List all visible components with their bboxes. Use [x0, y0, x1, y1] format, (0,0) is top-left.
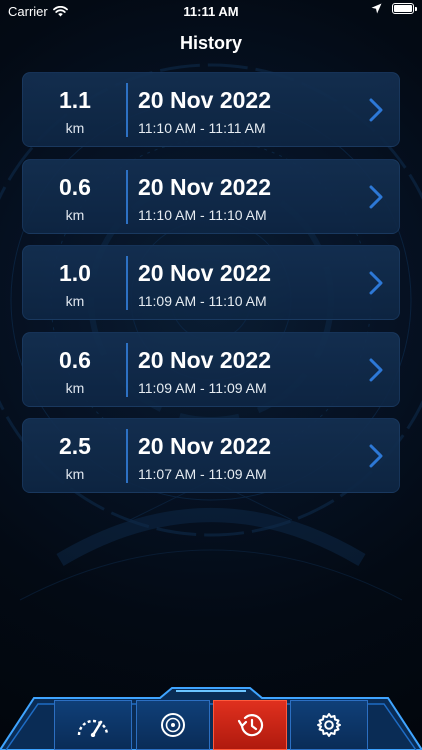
row-divider [126, 83, 128, 137]
trip-date: 20 Nov 2022 [138, 433, 271, 459]
tab-bar [0, 682, 422, 750]
chevron-right-icon [369, 185, 383, 208]
history-row[interactable]: 0.6 km 20 Nov 2022 11:10 AM - 11:10 AM [22, 158, 400, 234]
trip-date: 20 Nov 2022 [138, 260, 271, 286]
speedometer-icon [77, 719, 109, 737]
distance-block: 1.0 km [23, 246, 127, 319]
distance-value: 2.5 [59, 433, 91, 459]
tab-settings[interactable] [290, 700, 368, 750]
trip-date: 20 Nov 2022 [138, 173, 271, 200]
history-list: 1.1 km 20 Nov 2022 11:10 AM - 11:11 AM 0… [22, 72, 400, 505]
distance-block: 1.1 km [23, 73, 127, 146]
row-divider [126, 342, 128, 397]
disc-icon [161, 713, 185, 737]
battery-icon [392, 3, 417, 14]
trip-date: 20 Nov 2022 [138, 87, 271, 113]
distance-block: 2.5 km [23, 419, 127, 492]
row-divider [126, 429, 128, 483]
location-arrow-icon [371, 3, 382, 14]
distance-block: 0.6 km [23, 160, 127, 233]
distance-unit: km [65, 293, 85, 309]
status-icons [371, 3, 417, 14]
history-icon [237, 714, 264, 737]
status-time: 11:11 AM [183, 4, 239, 19]
chevron-right-icon [369, 271, 383, 295]
distance-value: 0.6 [59, 173, 91, 200]
tab-disc[interactable] [136, 700, 210, 750]
history-row[interactable]: 1.0 km 20 Nov 2022 11:09 AM - 11:10 AM [22, 245, 400, 320]
trip-time-range: 11:07 AM - 11:09 AM [138, 466, 267, 482]
history-screen: Carrier 11:11 AM History 1.1 km 20 Nov 2… [0, 0, 422, 750]
distance-unit: km [65, 466, 85, 482]
status-bar: Carrier 11:11 AM [0, 0, 422, 24]
row-divider [126, 169, 128, 224]
history-row[interactable]: 2.5 km 20 Nov 2022 11:07 AM - 11:09 AM [22, 418, 400, 493]
tab-speedometer[interactable] [54, 700, 132, 750]
trip-time-range: 11:10 AM - 11:10 AM [138, 206, 267, 223]
distance-unit: km [65, 206, 85, 223]
trip-time-range: 11:09 AM - 11:10 AM [138, 293, 267, 309]
trip-time-range: 11:10 AM - 11:11 AM [138, 120, 266, 136]
tab-history[interactable] [213, 700, 287, 750]
chevron-right-icon [369, 358, 383, 381]
settings-gear-icon [317, 713, 341, 737]
chevron-right-icon [369, 444, 383, 468]
distance-value: 1.0 [59, 260, 91, 286]
distance-unit: km [65, 120, 85, 136]
trip-time-range: 11:09 AM - 11:09 AM [138, 379, 267, 396]
distance-value: 1.1 [59, 87, 91, 113]
distance-value: 0.6 [59, 346, 91, 373]
row-divider [126, 256, 128, 310]
chevron-right-icon [369, 98, 383, 122]
distance-block: 0.6 km [23, 333, 127, 406]
distance-unit: km [65, 379, 85, 396]
history-row[interactable]: 1.1 km 20 Nov 2022 11:10 AM - 11:11 AM [22, 72, 400, 147]
history-row[interactable]: 0.6 km 20 Nov 2022 11:09 AM - 11:09 AM [22, 331, 400, 407]
page-title: History [179, 33, 242, 53]
trip-date: 20 Nov 2022 [138, 346, 271, 373]
